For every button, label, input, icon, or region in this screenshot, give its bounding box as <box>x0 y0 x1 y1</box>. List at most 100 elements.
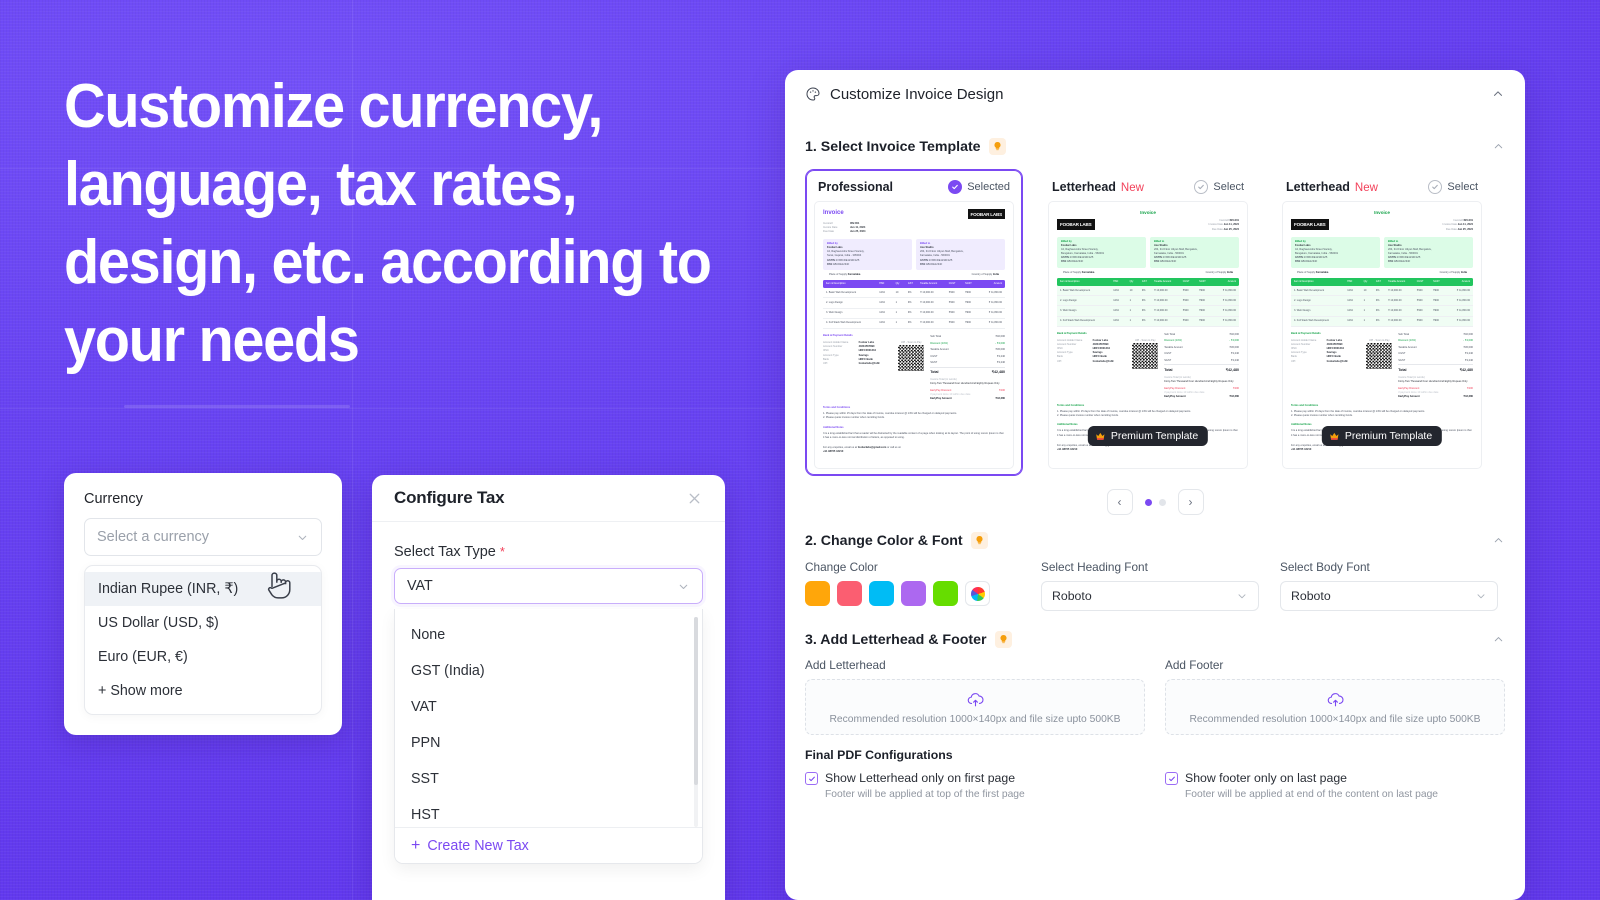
qr-code <box>898 345 925 372</box>
letterhead-upload-hint: Recommended resolution 1000×140px and fi… <box>829 713 1121 725</box>
tax-option-ppn[interactable]: PPN <box>395 725 702 761</box>
crown-icon <box>1330 432 1339 440</box>
carousel-dots <box>1144 498 1166 506</box>
section-3-title: 3. Add Letterhead & Footer <box>805 631 987 648</box>
carousel-next-button[interactable]: › <box>1177 489 1204 515</box>
footer-upload-dropzone[interactable]: Recommended resolution 1000×140px and fi… <box>1165 679 1505 735</box>
footer-upload-hint: Recommended resolution 1000×140px and fi… <box>1189 713 1481 725</box>
tax-option-none[interactable]: None <box>395 617 702 653</box>
close-icon[interactable] <box>686 490 703 507</box>
configure-tax-title: Configure Tax <box>394 488 505 507</box>
section-3-collapse-icon[interactable] <box>1492 633 1505 646</box>
body-font-label: Select Body Font <box>1280 560 1370 574</box>
letterhead-upload-dropzone[interactable]: Recommended resolution 1000×140px and fi… <box>805 679 1145 735</box>
add-footer-label: Add Footer <box>1165 658 1224 672</box>
heading-font-group: Select Heading Font Roboto <box>1041 560 1259 611</box>
panel-header[interactable]: Customize Invoice Design <box>785 70 1525 118</box>
checkbox-sublabel: Footer will be applied at end of the con… <box>1185 789 1439 800</box>
configure-tax-header: Configure Tax <box>372 475 725 522</box>
mini-invoice: Invoice FOOBAR LABS Invoice# INV-001 Inv… <box>1291 210 1473 451</box>
currency-option-eur[interactable]: Euro (EUR, €) <box>85 640 321 674</box>
template-name: Letterhead New <box>1286 180 1378 194</box>
premium-badge-label: Premium Template <box>1344 430 1433 442</box>
color-swatch-green[interactable] <box>933 581 958 606</box>
add-letterhead-label: Add Letterhead <box>805 658 886 672</box>
template-name: Professional <box>818 180 894 194</box>
create-new-tax-button[interactable]: + Create New Tax <box>395 827 702 863</box>
mini-invoice: Invoice Invoice# INV-001 Invoice Date Jun … <box>823 209 1005 454</box>
currency-show-more[interactable]: + Show more <box>85 674 321 708</box>
tax-type-select[interactable]: VAT <box>394 568 703 604</box>
upload-row: Add Letterhead Recommended resolution 10… <box>785 648 1525 735</box>
color-wheel-icon <box>970 586 985 601</box>
heading-font-select[interactable]: Roboto <box>1041 581 1259 611</box>
lightbulb-icon <box>970 532 988 549</box>
template-name-text: Letterhead <box>1052 180 1116 194</box>
final-pdf-config-group: Final PDF Configurations Show Letterhead… <box>785 735 1525 800</box>
template-preview-thumbnail: Invoice FOOBAR LABS Invoice# INV-001 Inv… <box>1048 201 1248 469</box>
checkbox-icon[interactable] <box>805 772 818 785</box>
currency-select-placeholder: Select a currency <box>97 529 210 545</box>
checkbox-footer-last-page[interactable]: Show footer only on last page Footer wil… <box>1165 771 1505 800</box>
template-select-badge[interactable]: Select <box>1428 180 1478 194</box>
chevron-down-icon <box>1477 594 1485 599</box>
customize-invoice-design-panel: Customize Invoice Design 1. Select Invoi… <box>785 70 1525 900</box>
tax-type-value: VAT <box>407 578 433 594</box>
checkbox-icon[interactable] <box>1165 772 1178 785</box>
section-2-collapse-icon[interactable] <box>1492 534 1505 547</box>
body-font-group: Select Body Font Roboto <box>1280 560 1498 611</box>
change-color-group: Change Color <box>805 560 1020 611</box>
template-preview-thumbnail: Invoice FOOBAR LABS Invoice# INV-001 Inv… <box>1282 201 1482 469</box>
color-font-row: Change Color Select Heading Font Roboto … <box>785 549 1525 611</box>
template-card-header: Letterhead New Select <box>1048 178 1248 201</box>
carousel-dot-1[interactable] <box>1144 498 1152 506</box>
color-swatches <box>805 581 1020 606</box>
checkbox-sublabel: Footer will be applied at top of the fir… <box>825 789 1025 800</box>
color-swatch-cyan[interactable] <box>869 581 894 606</box>
color-swatch-orange[interactable] <box>805 581 830 606</box>
check-circle-icon <box>1194 180 1209 194</box>
template-preview-thumbnail: Invoice Invoice# INV-001 Invoice Date Jun … <box>814 201 1014 469</box>
custom-color-picker-button[interactable] <box>965 581 990 606</box>
heading-font-value: Roboto <box>1052 589 1092 603</box>
body-font-select[interactable]: Roboto <box>1280 581 1498 611</box>
template-card-letterhead-2[interactable]: Letterhead New Select Invoice FOOBAR LABS… <box>1273 169 1491 476</box>
template-card-professional[interactable]: Professional Selected Invoice Invoice# IN… <box>805 169 1023 476</box>
dropdown-scrollbar-thumb[interactable] <box>694 617 698 785</box>
carousel-prev-button[interactable]: ‹ <box>1106 489 1133 515</box>
template-select-badge[interactable]: Selected <box>948 180 1010 194</box>
check-circle-icon <box>948 180 963 194</box>
plus-icon: + <box>411 836 421 854</box>
tax-option-sst[interactable]: SST <box>395 761 702 797</box>
color-swatch-pink[interactable] <box>837 581 862 606</box>
template-select-badge[interactable]: Select <box>1194 180 1244 194</box>
tax-options-list: None GST (India) VAT PPN SST HST <box>395 609 702 833</box>
qr-code <box>1366 343 1393 369</box>
tax-type-label: Select Tax Type * <box>394 544 703 560</box>
pdf-checkbox-row: Show Letterhead only on first page Foote… <box>805 771 1505 800</box>
template-card-letterhead-1[interactable]: Letterhead New Select Invoice FOOBAR LABS… <box>1039 169 1257 476</box>
cloud-upload-icon <box>1327 692 1344 706</box>
section-2-title: 2. Change Color & Font <box>805 532 963 549</box>
section-1-collapse-icon[interactable] <box>1492 140 1505 153</box>
template-carousel-controls: ‹ › <box>785 489 1525 515</box>
new-tag: New <box>1354 182 1378 194</box>
chevron-up-icon[interactable] <box>1491 87 1505 101</box>
configure-tax-modal: Configure Tax Select Tax Type * VAT None… <box>372 475 725 900</box>
template-name: Letterhead New <box>1052 180 1144 194</box>
color-swatch-purple[interactable] <box>901 581 926 606</box>
checkbox-label: Show footer only on last page <box>1185 771 1348 785</box>
mini-invoice-title: Invoice <box>823 210 844 216</box>
checkbox-letterhead-first-page[interactable]: Show Letterhead only on first page Foote… <box>805 771 1145 800</box>
currency-option-usd[interactable]: US Dollar (USD, $) <box>85 606 321 640</box>
tax-option-gst[interactable]: GST (India) <box>395 653 702 689</box>
template-card-header: Professional Selected <box>814 178 1014 201</box>
section-1-header: 1. Select Invoice Template <box>785 138 1525 155</box>
tax-option-vat[interactable]: VAT <box>395 689 702 725</box>
carousel-dot-2[interactable] <box>1158 498 1166 506</box>
currency-select[interactable]: Select a currency <box>84 518 322 556</box>
body-font-value: Roboto <box>1291 589 1331 603</box>
chevron-down-icon <box>298 535 307 540</box>
change-color-label: Change Color <box>805 560 878 574</box>
checkbox-label: Show Letterhead only on first page <box>825 771 1016 785</box>
